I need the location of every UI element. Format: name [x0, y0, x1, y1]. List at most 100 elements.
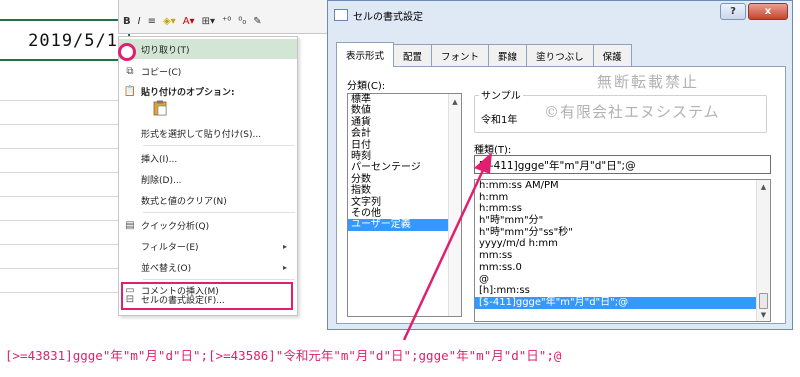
gridline	[0, 148, 120, 149]
highlight-box	[121, 282, 293, 310]
italic-button[interactable]: I	[136, 16, 143, 27]
list-item[interactable]: @	[475, 274, 770, 286]
scroll-up-icon[interactable]: ▲	[757, 180, 770, 191]
watermark-line2: ©有限会社エヌシステム	[544, 103, 720, 121]
dialog-icon	[334, 9, 348, 21]
type-label: 種類(T):	[474, 145, 512, 156]
gridline	[0, 196, 120, 197]
border-icon[interactable]: ⊞▾	[200, 16, 217, 27]
mini-toolbar: B I ≡ ◈▾ A▾ ⊞▾ ⁺⁰ ⁰₀ ✎	[118, 0, 330, 34]
category-list[interactable]: 標準 数値 通貨 会計 日付 時刻 パーセンテージ 分数 指数 文字列 その他 …	[347, 93, 462, 317]
selected-cell[interactable]: 2019/5/1	[0, 19, 130, 61]
scroll-thumb[interactable]	[759, 293, 768, 309]
list-item[interactable]: h:mm:ss	[475, 203, 770, 215]
menu-item-cut[interactable]: ✂ 切り取り(T)	[119, 39, 297, 59]
list-item[interactable]: 日付	[348, 140, 461, 151]
gridline	[0, 292, 120, 293]
copy-icon: ⧉	[126, 65, 134, 77]
tab-panel: 分類(C): 標準 数値 通貨 会計 日付 時刻 パーセンテージ 分数 指数 文…	[336, 66, 786, 324]
menu-item-delete[interactable]: 削除(D)...	[119, 169, 297, 189]
decrease-decimal-icon[interactable]: ⁰₀	[236, 16, 248, 27]
menu-item-label: フィルター(E)	[141, 242, 199, 253]
list-item[interactable]: yyyy/m/d h:mm	[475, 238, 770, 250]
close-button[interactable]: x	[748, 3, 788, 20]
menu-item-insert[interactable]: 挿入(I)...	[119, 148, 297, 168]
list-item[interactable]: mm:ss	[475, 250, 770, 262]
list-item[interactable]: 会計	[348, 128, 461, 139]
tab-bar: 表示形式 配置 フォント 罫線 塗りつぶし 保護	[336, 42, 632, 67]
list-item[interactable]: 数値	[348, 105, 461, 116]
dialog-titlebar: セルの書式設定	[334, 7, 423, 23]
menu-item-paste-options: 📋 貼り付けのオプション:	[119, 81, 297, 101]
scrollbar[interactable]: ▲ ▼	[756, 180, 770, 321]
list-item[interactable]: [h]:mm:ss	[475, 285, 770, 297]
fill-color-icon[interactable]: ◈▾	[161, 16, 178, 27]
menu-item-label: 削除(D)...	[141, 175, 182, 186]
tab-number[interactable]: 表示形式	[336, 42, 395, 67]
list-item[interactable]: h"時"mm"分"	[475, 215, 770, 227]
list-item[interactable]: mm:ss.0	[475, 262, 770, 274]
menu-item-label: 並べ替え(O)	[141, 263, 192, 274]
category-label: 分類(C):	[347, 81, 386, 92]
menu-item-quick-analysis[interactable]: ▤ クイック分析(Q)	[119, 215, 297, 235]
menu-item-label: 貼り付けのオプション:	[141, 87, 235, 98]
gridline	[0, 220, 120, 221]
list-item[interactable]: 標準	[348, 94, 461, 105]
menu-item-paste-special[interactable]: 形式を選択して貼り付け(S)...	[119, 123, 297, 143]
menu-item-copy[interactable]: ⧉ コピー(C)	[119, 61, 297, 81]
menu-item-label: 挿入(I)...	[141, 154, 178, 165]
scroll-up-icon[interactable]: ▲	[449, 94, 461, 106]
list-item[interactable]: 指数	[348, 185, 461, 196]
list-item[interactable]: h:mm	[475, 192, 770, 204]
click-cursor-icon	[118, 43, 136, 61]
list-item[interactable]: h:mm:ss AM/PM	[475, 180, 770, 192]
list-item-selected[interactable]: [$-411]ggge"年"m"月"d"日";@	[475, 296, 770, 309]
chevron-right-icon: ▸	[283, 241, 288, 251]
paste-icon: 📋	[123, 85, 137, 97]
tab-fill[interactable]: 塗りつぶし	[526, 44, 594, 66]
context-menu: ✂ 切り取り(T) ⧉ コピー(C) 📋 貼り付けのオプション: 形式を選択して…	[118, 36, 298, 316]
menu-item-label: 形式を選択して貼り付け(S)...	[141, 129, 262, 140]
align-center-icon[interactable]: ≡	[146, 16, 158, 27]
annotation-formula: [>=43831]ggge"年"m"月"d"日";[>=43586]"令和元年"…	[5, 348, 562, 363]
tab-border[interactable]: 罫線	[488, 44, 528, 66]
tab-font[interactable]: フォント	[431, 44, 490, 66]
tab-alignment[interactable]: 配置	[393, 44, 433, 66]
window-buttons: ? x	[720, 3, 788, 20]
list-item[interactable]: h"時"mm"分"ss"秒"	[475, 227, 770, 239]
increase-decimal-icon[interactable]: ⁺⁰	[220, 16, 233, 27]
chevron-right-icon: ▸	[283, 262, 288, 272]
menu-item-label: 数式と値のクリア(N)	[141, 196, 227, 207]
scrollbar[interactable]: ▲	[448, 94, 461, 316]
list-item[interactable]: その他	[348, 208, 461, 219]
bold-button[interactable]: B	[121, 16, 133, 27]
sample-label: サンプル	[479, 87, 523, 102]
paste-icon[interactable]	[153, 100, 167, 116]
list-item[interactable]: 分数	[348, 174, 461, 185]
quick-analysis-icon: ▤	[125, 219, 135, 231]
list-item[interactable]: 通貨	[348, 117, 461, 128]
font-color-icon[interactable]: A▾	[181, 16, 197, 27]
type-input[interactable]: [$-411]ggge"年"m"月"d"日";@	[474, 155, 771, 174]
gridline	[0, 124, 120, 125]
list-item[interactable]: 時刻	[348, 151, 461, 162]
gridline	[0, 268, 120, 269]
help-button[interactable]: ?	[720, 3, 746, 20]
type-list[interactable]: h:mm:ss AM/PM h:mm h:mm:ss h"時"mm"分" h"時…	[474, 179, 771, 322]
gridline	[0, 172, 120, 173]
menu-item-filter[interactable]: フィルター(E) ▸	[119, 236, 297, 256]
list-item-selected[interactable]: ユーザー定義	[348, 219, 461, 231]
menu-item-label: クイック分析(Q)	[141, 221, 210, 232]
format-cells-dialog: セルの書式設定 ? x 表示形式 配置 フォント 罫線 塗りつぶし 保護 分類(…	[327, 0, 793, 330]
cell-value: 2019/5/1	[28, 31, 118, 51]
list-item[interactable]: パーセンテージ	[348, 162, 461, 173]
list-item[interactable]: 文字列	[348, 197, 461, 208]
gridline	[0, 100, 120, 101]
menu-item-clear-contents[interactable]: 数式と値のクリア(N)	[119, 190, 297, 210]
watermark-line1: 無断転載禁止	[597, 73, 700, 91]
menu-item-sort[interactable]: 並べ替え(O) ▸	[119, 257, 297, 277]
format-painter-icon[interactable]: ✎	[251, 16, 263, 27]
tab-protection[interactable]: 保護	[592, 44, 632, 66]
scroll-down-icon[interactable]: ▼	[757, 311, 770, 319]
sample-value: 令和1年	[481, 115, 518, 126]
